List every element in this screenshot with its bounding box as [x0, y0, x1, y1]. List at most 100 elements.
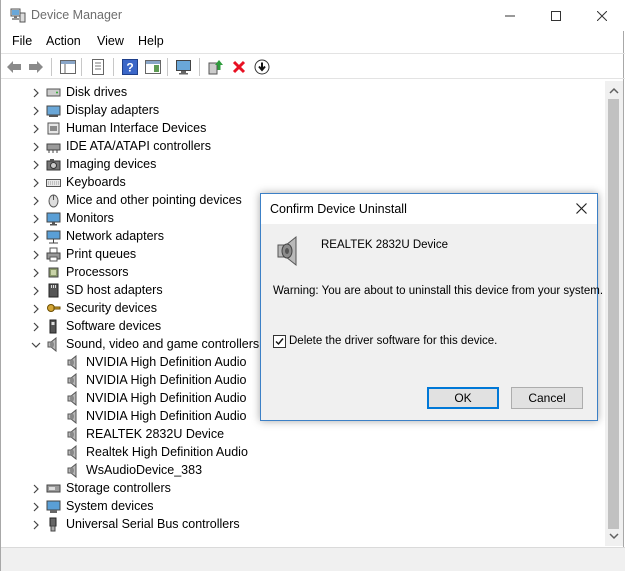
action-pane-button[interactable]	[144, 58, 162, 76]
printer-icon	[46, 247, 61, 262]
close-icon	[597, 10, 607, 21]
chevron-right-icon[interactable]	[31, 195, 41, 207]
tree-item-label: System devices	[66, 499, 154, 513]
delete-driver-checkbox-label[interactable]: Delete the driver software for this devi…	[289, 335, 497, 347]
chevron-right-icon[interactable]	[31, 321, 41, 333]
checkmark-icon	[275, 338, 284, 346]
device-category[interactable]: Imaging devices	[5, 156, 605, 174]
device-item[interactable]: WsAudioDevice_383	[5, 462, 605, 480]
speaker-icon	[277, 235, 297, 267]
chevron-right-icon[interactable]	[31, 267, 41, 279]
device-category[interactable]: Keyboards	[5, 174, 605, 192]
console-tree-icon	[60, 60, 76, 74]
chevron-right-icon[interactable]	[31, 87, 41, 99]
chevron-right-icon[interactable]	[31, 231, 41, 243]
camera-icon	[46, 159, 61, 171]
scroll-up-icon[interactable]	[605, 83, 623, 99]
action-pane-icon	[145, 60, 161, 74]
tree-item-label: Monitors	[66, 211, 114, 225]
chevron-right-icon[interactable]	[31, 285, 41, 297]
speaker-icon	[67, 373, 77, 388]
tree-item-label: NVIDIA High Definition Audio	[86, 355, 247, 369]
title-bar[interactable]: Device Manager	[1, 0, 625, 31]
cancel-button[interactable]: Cancel	[511, 387, 583, 409]
chevron-right-icon[interactable]	[31, 177, 41, 189]
chevron-right-icon[interactable]	[31, 141, 41, 153]
back-arrow-icon	[7, 61, 21, 73]
red-x-icon	[232, 60, 246, 74]
tree-item-label: Sound, video and game controllers	[66, 337, 260, 351]
show-hide-console-tree-button[interactable]	[59, 58, 77, 76]
tree-item-label: Security devices	[66, 301, 158, 315]
menu-help[interactable]: Help	[138, 34, 164, 48]
scan-hardware-button[interactable]	[175, 58, 193, 76]
tree-item-label: WsAudioDevice_383	[86, 463, 203, 477]
device-item[interactable]: REALTEK 2832U Device	[5, 426, 605, 444]
chevron-down-icon[interactable]	[31, 339, 41, 351]
menu-action[interactable]: Action	[46, 34, 81, 48]
ide-controller-icon	[46, 143, 61, 153]
disable-device-button[interactable]	[253, 58, 271, 76]
device-category[interactable]: Universal Serial Bus controllers	[5, 516, 605, 534]
tree-item-label: NVIDIA High Definition Audio	[86, 409, 247, 423]
processor-icon	[48, 267, 59, 278]
update-driver-button[interactable]	[207, 58, 225, 76]
chevron-right-icon[interactable]	[31, 159, 41, 171]
tree-item-label: Print queues	[66, 247, 137, 261]
vertical-scrollbar[interactable]	[605, 81, 623, 546]
chevron-right-icon[interactable]	[31, 123, 41, 135]
chevron-right-icon[interactable]	[31, 213, 41, 225]
minimize-button[interactable]	[487, 0, 533, 31]
device-category[interactable]: IDE ATA/ATAPI controllers	[5, 138, 605, 156]
download-arrow-icon	[254, 59, 270, 75]
chevron-right-icon[interactable]	[31, 249, 41, 261]
usb-icon	[49, 517, 57, 532]
tree-item-label: Keyboards	[66, 175, 126, 189]
menu-file[interactable]: File	[12, 34, 32, 48]
device-category[interactable]: Storage controllers	[5, 480, 605, 498]
device-category[interactable]: Display adapters	[5, 102, 605, 120]
status-bar	[1, 547, 625, 571]
tree-item-label: IDE ATA/ATAPI controllers	[66, 139, 211, 153]
close-button[interactable]	[579, 0, 625, 31]
close-icon	[575, 202, 587, 214]
scroll-down-icon[interactable]	[605, 528, 623, 544]
speaker-icon	[67, 409, 77, 424]
speaker-icon	[67, 427, 77, 442]
chevron-right-icon[interactable]	[31, 501, 41, 513]
dialog-warning-text: Warning: You are about to uninstall this…	[273, 285, 604, 297]
help-icon: ?	[122, 59, 138, 75]
dialog-title-bar[interactable]: Confirm Device Uninstall	[261, 194, 597, 224]
device-category[interactable]: Disk drives	[5, 84, 605, 102]
scrollbar-thumb[interactable]	[608, 99, 619, 529]
properties-button[interactable]	[89, 58, 107, 76]
tree-item-label: Realtek High Definition Audio	[86, 445, 248, 459]
window-title: Device Manager	[31, 8, 123, 22]
chevron-right-icon[interactable]	[31, 519, 41, 531]
tree-item-label: Processors	[66, 265, 129, 279]
software-device-icon	[49, 319, 57, 334]
tree-item-label: Software devices	[66, 319, 162, 333]
chevron-right-icon[interactable]	[31, 105, 41, 117]
device-category[interactable]: System devices	[5, 498, 605, 516]
maximize-icon	[551, 10, 561, 21]
device-item[interactable]: Realtek High Definition Audio	[5, 444, 605, 462]
back-button[interactable]	[5, 58, 23, 76]
help-button[interactable]: ?	[121, 58, 139, 76]
ok-button[interactable]: OK	[427, 387, 499, 409]
tree-item-label: Disk drives	[66, 85, 128, 99]
chevron-right-icon[interactable]	[31, 303, 41, 315]
menu-view[interactable]: View	[97, 34, 124, 48]
security-key-icon	[47, 304, 61, 312]
forward-button[interactable]	[27, 58, 45, 76]
delete-driver-checkbox[interactable]	[273, 335, 286, 348]
uninstall-device-button[interactable]	[230, 58, 248, 76]
display-adapter-icon	[46, 105, 61, 117]
device-category[interactable]: Human Interface Devices	[5, 120, 605, 138]
tree-item-label: Storage controllers	[66, 481, 171, 495]
maximize-button[interactable]	[533, 0, 579, 31]
dialog-close-button[interactable]	[573, 200, 589, 216]
chevron-right-icon[interactable]	[31, 483, 41, 495]
tree-item-label: Human Interface Devices	[66, 121, 207, 135]
speaker-icon	[67, 445, 77, 460]
